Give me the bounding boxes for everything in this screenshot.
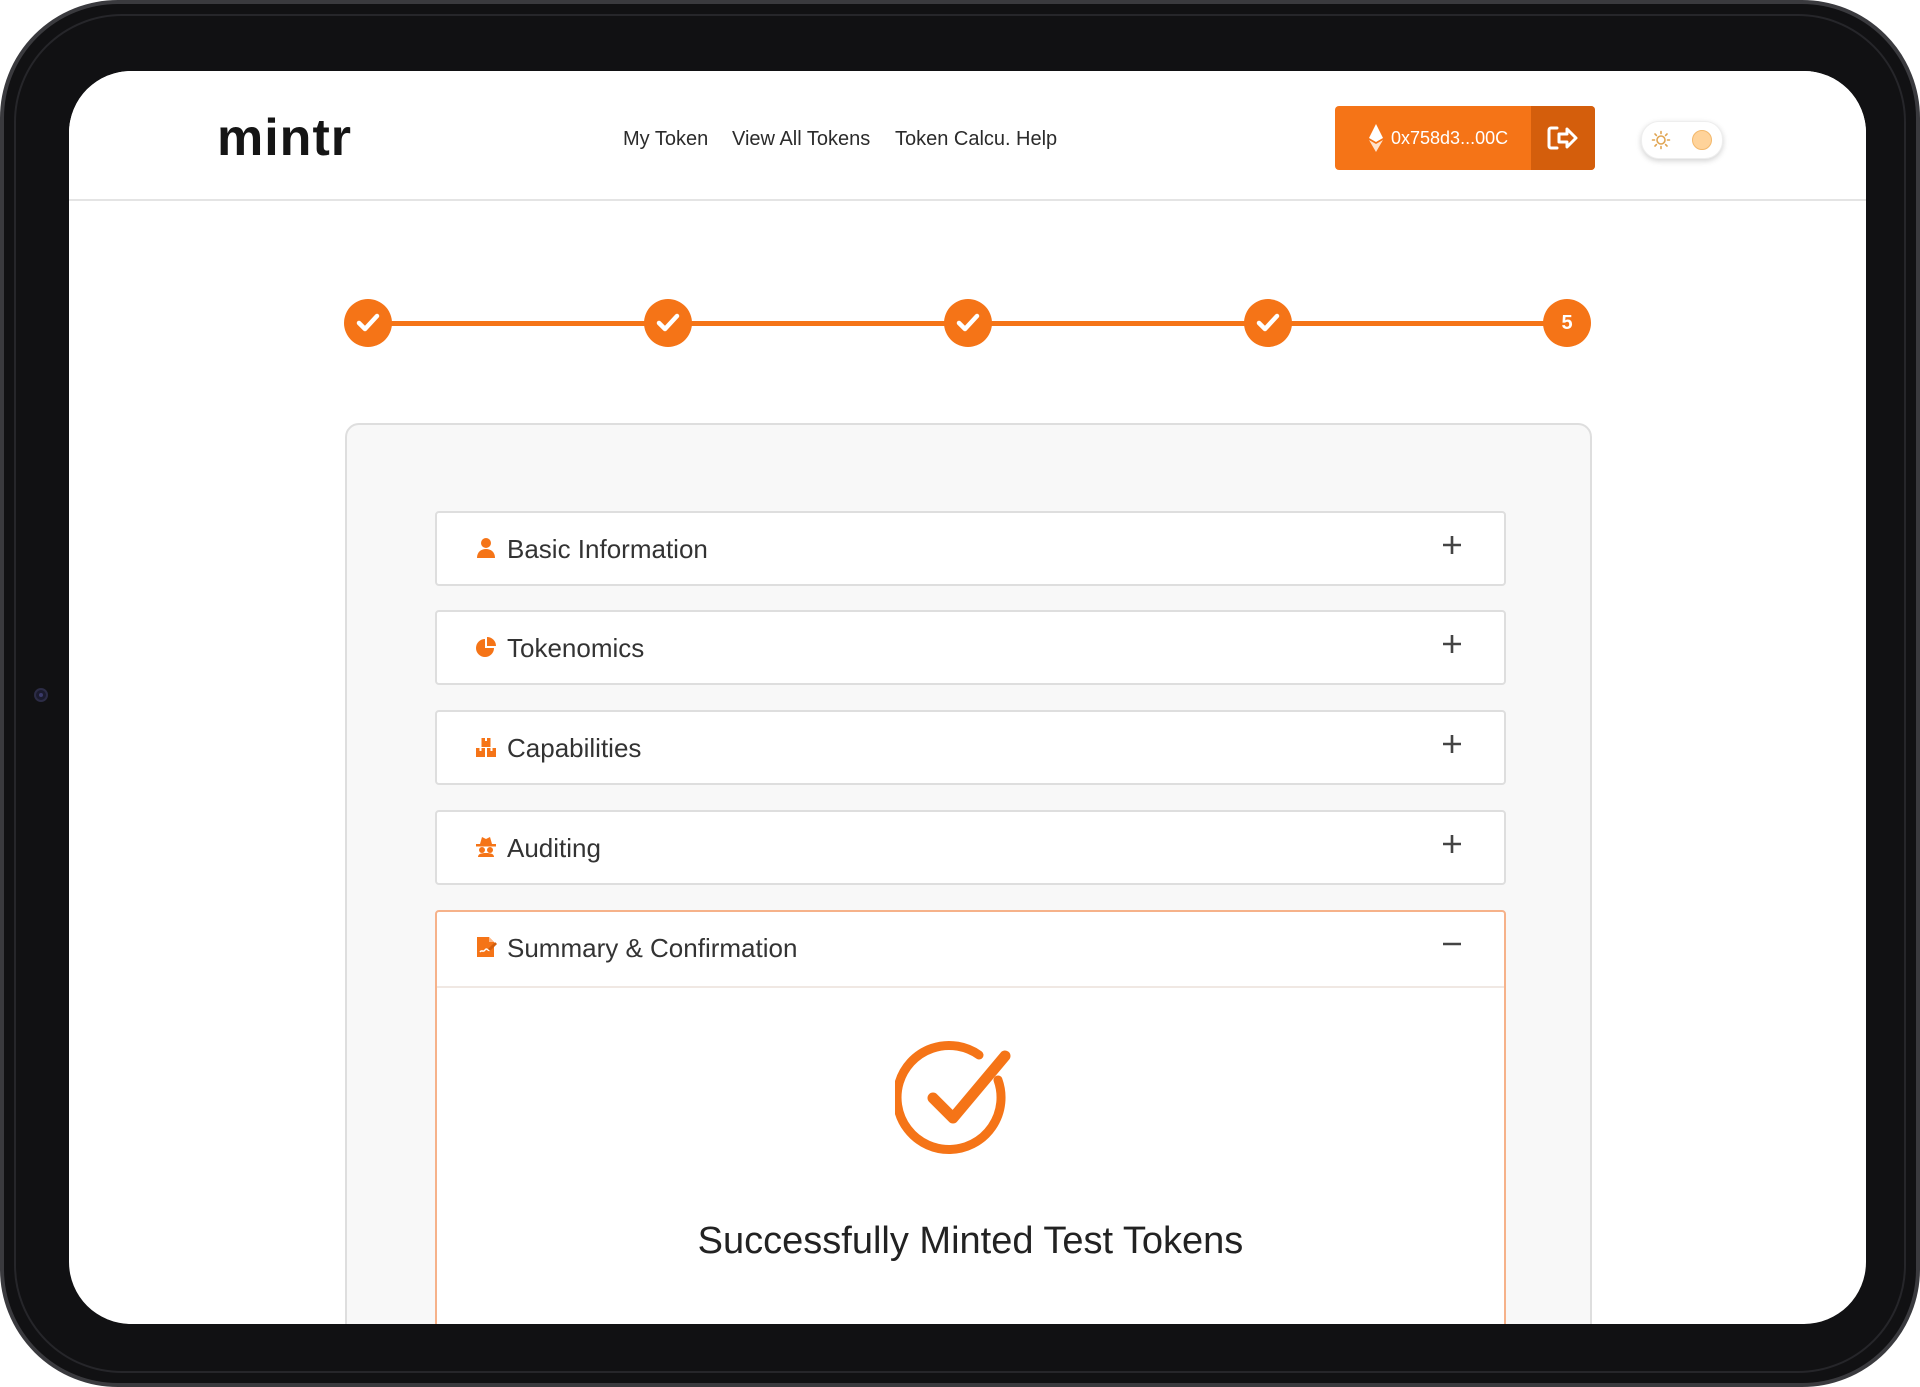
logo[interactable]: mintr <box>217 109 352 167</box>
minus-icon[interactable] <box>1440 932 1464 956</box>
check-circle-icon <box>895 1041 1011 1154</box>
step-3[interactable] <box>944 299 992 347</box>
step-1[interactable] <box>344 299 392 347</box>
ethereum-icon <box>1369 124 1383 152</box>
plus-icon[interactable] <box>1440 533 1464 557</box>
accordion-title: Basic Information <box>507 534 708 564</box>
wallet-address: 0x758d3...00C <box>1391 128 1509 148</box>
toggle-knob <box>1692 130 1712 150</box>
pie-chart-icon <box>476 637 496 657</box>
plus-icon[interactable] <box>1440 632 1464 656</box>
progress-stepper: 5 <box>344 299 1591 349</box>
tablet-frame: mintr My Token View All Tokens Token Cal… <box>0 0 1920 1387</box>
accordion-title: Capabilities <box>507 733 642 763</box>
user-secret-icon <box>476 837 496 857</box>
logout-icon <box>1547 126 1578 150</box>
accordion-title: Summary & Confirmation <box>507 933 798 963</box>
accordion-summary-confirmation[interactable]: Summary & Confirmation Successfully Mint… <box>435 910 1506 1324</box>
theme-toggle[interactable] <box>1641 121 1723 159</box>
step-5-label: 5 <box>1561 311 1573 334</box>
accordion-auditing[interactable]: Auditing <box>435 810 1506 885</box>
plus-icon[interactable] <box>1440 732 1464 756</box>
boxes-icon <box>476 738 496 757</box>
nav-token-calculator[interactable]: Token Calcu. <box>895 127 1011 151</box>
nav-help[interactable]: Help <box>1016 127 1057 151</box>
screen: mintr My Token View All Tokens Token Cal… <box>69 71 1866 1324</box>
step-2[interactable] <box>644 299 692 347</box>
wallet-button[interactable]: 0x758d3...00C <box>1335 106 1595 170</box>
user-icon <box>477 538 495 558</box>
accordion-tokenomics[interactable]: Tokenomics <box>435 610 1506 685</box>
logout-button[interactable] <box>1531 106 1595 170</box>
top-navbar: mintr My Token View All Tokens Token Cal… <box>69 71 1866 201</box>
accordion-basic-information[interactable]: Basic Information <box>435 511 1506 586</box>
nav-view-all-tokens[interactable]: View All Tokens <box>732 127 870 151</box>
accordion-capabilities[interactable]: Capabilities <box>435 710 1506 785</box>
accordion-title: Tokenomics <box>507 633 645 663</box>
accordion-title: Auditing <box>507 833 601 863</box>
step-4[interactable] <box>1244 299 1292 347</box>
camera-icon <box>34 688 48 702</box>
plus-icon[interactable] <box>1440 832 1464 856</box>
check-icon <box>956 313 980 332</box>
nav-my-token[interactable]: My Token <box>623 127 708 151</box>
step-5[interactable]: 5 <box>1543 299 1591 347</box>
sun-icon <box>1651 130 1671 150</box>
check-icon <box>656 313 680 332</box>
file-signature-icon <box>477 937 497 957</box>
accordion-divider <box>437 986 1504 988</box>
check-icon <box>356 313 380 332</box>
check-icon <box>1256 313 1280 332</box>
success-message: Successfully Minted Test Tokens <box>697 1220 1244 1262</box>
form-panel: Basic Information Tokenomics Capabilitie… <box>345 423 1592 1324</box>
